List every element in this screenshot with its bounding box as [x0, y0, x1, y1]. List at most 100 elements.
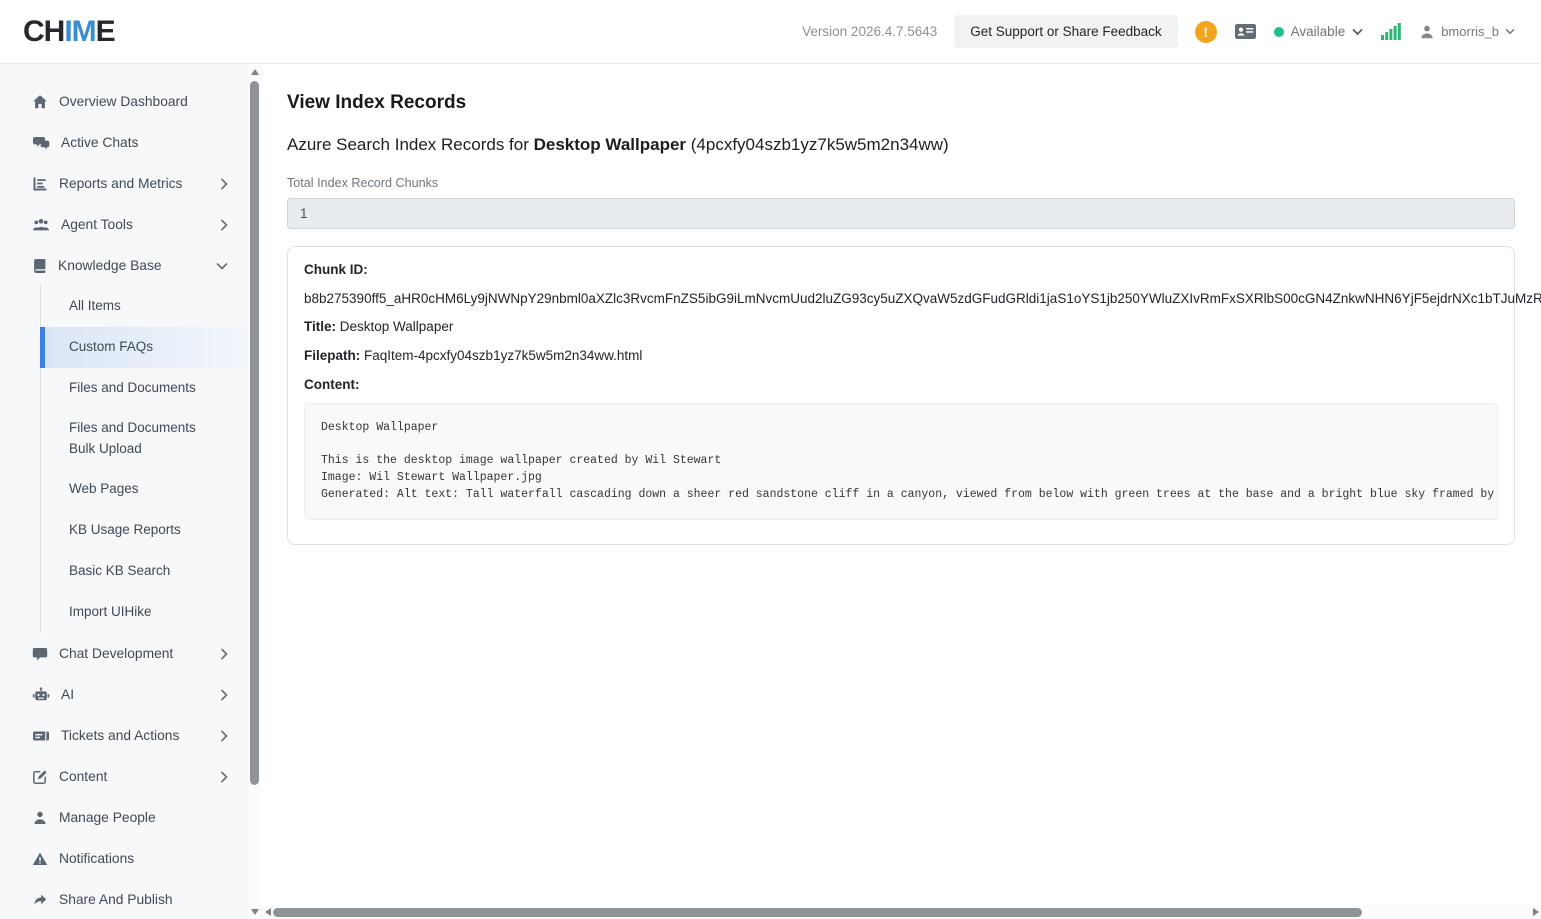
scroll-up-arrow-icon[interactable]	[251, 69, 259, 75]
sidebar-item-label: Manage People	[59, 810, 156, 825]
robot-icon	[32, 687, 50, 703]
title-row: Title: Desktop Wallpaper	[304, 319, 1498, 336]
sidebar-item-label: Agent Tools	[61, 217, 133, 232]
title-value: Desktop Wallpaper	[340, 319, 454, 334]
user-menu[interactable]: bmorris_b	[1419, 24, 1515, 40]
person-icon	[32, 810, 48, 826]
total-chunks-input[interactable]	[287, 198, 1515, 229]
total-chunks-label: Total Index Record Chunks	[287, 176, 1541, 190]
chunk-id-label: Chunk ID:	[304, 262, 1498, 279]
sidebar-item-files-and-documents[interactable]: Files and Documents	[41, 368, 248, 409]
filepath-row: Filepath: FaqItem-4pcxfy04szb1yz7k5w5m2n…	[304, 348, 1498, 365]
warning-icon[interactable]: !	[1195, 21, 1217, 43]
record-name: Desktop Wallpaper	[534, 135, 686, 154]
scroll-down-arrow-icon[interactable]	[251, 909, 259, 915]
sidebar-nav: Overview Dashboard Active Chats Reports …	[0, 64, 248, 919]
logo-part-dark1: CH	[23, 15, 64, 48]
sidebar-item-custom-faqs[interactable]: Custom FAQs	[41, 327, 248, 368]
sidebar-item-label: Chat Development	[59, 646, 173, 661]
chevron-down-icon	[1505, 28, 1515, 35]
sidebar-item-manage-people[interactable]: Manage People	[0, 797, 248, 838]
sidebar-item-content[interactable]: Content	[0, 756, 248, 797]
sidebar-item-web-pages[interactable]: Web Pages	[41, 469, 248, 510]
sidebar-item-files-and-documents-bulk-upload[interactable]: Files and Documents Bulk Upload	[41, 409, 248, 469]
sidebar-item-ai[interactable]: AI	[0, 674, 248, 715]
support-feedback-button[interactable]: Get Support or Share Feedback	[954, 15, 1177, 48]
sidebar-item-active-chats[interactable]: Active Chats	[0, 122, 248, 163]
main-content: View Index Records Azure Search Index Re…	[262, 64, 1541, 919]
subtitle-prefix: Azure Search Index Records for	[287, 135, 534, 154]
edit-icon	[32, 769, 48, 785]
sidebar-item-label: Notifications	[59, 851, 134, 866]
subtitle-suffix: (4pcxfy04szb1yz7k5w5m2n34ww)	[686, 135, 949, 154]
chevron-right-icon	[220, 178, 228, 190]
sidebar-item-share-and-publish[interactable]: Share And Publish	[0, 879, 248, 919]
signal-bars-icon	[1380, 21, 1402, 42]
chevron-down-icon	[216, 262, 228, 270]
sidebar-item-label: Reports and Metrics	[59, 176, 182, 191]
version-label: Version 2026.4.7.5643	[802, 24, 937, 39]
user-icon	[1419, 24, 1435, 40]
contact-card-icon[interactable]	[1234, 22, 1257, 41]
home-icon	[32, 94, 48, 110]
chevron-right-icon	[220, 771, 228, 783]
index-record-card: Chunk ID: b8b275390ff5_aHR0cHM6Ly9jNWNpY…	[287, 246, 1515, 545]
sidebar-item-label: Overview Dashboard	[59, 94, 188, 109]
sidebar-item-chat-development[interactable]: Chat Development	[0, 633, 248, 674]
agents-icon	[32, 217, 50, 233]
chevron-right-icon	[220, 730, 228, 742]
sidebar-item-label: Import UIHike	[69, 602, 152, 623]
chat-icon	[32, 646, 48, 662]
sidebar-item-label: AI	[61, 687, 74, 702]
share-icon	[32, 892, 48, 908]
warning-triangle-icon	[32, 851, 48, 867]
sidebar-item-label: Web Pages	[69, 479, 139, 500]
logo-part-blue: IM	[64, 15, 95, 48]
sidebar-item-overview-dashboard[interactable]: Overview Dashboard	[0, 81, 248, 122]
sidebar-item-basic-kb-search[interactable]: Basic KB Search	[41, 551, 248, 592]
chevron-down-icon	[1352, 28, 1363, 36]
content-code-block: Desktop Wallpaper This is the desktop im…	[304, 403, 1498, 521]
sidebar-item-label: Files and Documents	[69, 378, 196, 399]
sidebar-item-label: Knowledge Base	[58, 258, 162, 273]
sidebar-item-label: Files and Documents Bulk Upload	[69, 418, 221, 460]
scroll-right-arrow-icon[interactable]	[1533, 908, 1539, 916]
sidebar-item-all-items[interactable]: All Items	[41, 286, 248, 327]
knowledge-base-submenu: All Items Custom FAQs Files and Document…	[40, 286, 248, 633]
book-icon	[32, 258, 47, 274]
sidebar-item-agent-tools[interactable]: Agent Tools	[0, 204, 248, 245]
sidebar-scrollbar[interactable]	[248, 64, 262, 919]
horizontal-scrollbar[interactable]	[262, 905, 1541, 919]
chevron-right-icon	[220, 648, 228, 660]
sidebar-item-label: KB Usage Reports	[69, 520, 181, 541]
ticket-icon	[32, 728, 50, 744]
sidebar-item-notifications[interactable]: Notifications	[0, 838, 248, 879]
vertical-scrollbar-thumb[interactable]	[250, 81, 259, 785]
page-subtitle: Azure Search Index Records for Desktop W…	[287, 135, 1541, 155]
app-header: CHIME Version 2026.4.7.5643 Get Support …	[0, 0, 1541, 64]
content-label: Content:	[304, 377, 1498, 394]
sidebar-item-label: Active Chats	[61, 135, 138, 150]
sidebar-item-label: Basic KB Search	[69, 561, 170, 582]
sidebar-item-tickets-and-actions[interactable]: Tickets and Actions	[0, 715, 248, 756]
sidebar-item-label: Share And Publish	[59, 892, 173, 907]
sidebar-item-import-uihike[interactable]: Import UIHike	[41, 592, 248, 633]
title-label: Title:	[304, 319, 336, 334]
available-status-dot	[1274, 27, 1284, 37]
sidebar-item-label: All Items	[69, 296, 121, 317]
chevron-right-icon	[220, 219, 228, 231]
availability-dropdown[interactable]: Available	[1274, 24, 1364, 39]
chevron-right-icon	[220, 689, 228, 701]
sidebar-item-kb-usage-reports[interactable]: KB Usage Reports	[41, 510, 248, 551]
scroll-left-arrow-icon[interactable]	[265, 908, 271, 916]
chats-icon	[32, 135, 50, 151]
username-label: bmorris_b	[1441, 24, 1499, 39]
sidebar-item-reports-and-metrics[interactable]: Reports and Metrics	[0, 163, 248, 204]
logo-part-dark2: E	[96, 15, 115, 48]
sidebar-item-label: Content	[59, 769, 107, 784]
sidebar-item-label: Tickets and Actions	[61, 728, 179, 743]
page-title: View Index Records	[287, 92, 1541, 114]
app-logo[interactable]: CHIME	[23, 15, 115, 49]
horizontal-scrollbar-thumb[interactable]	[273, 908, 1362, 917]
sidebar-item-knowledge-base[interactable]: Knowledge Base	[0, 245, 248, 286]
